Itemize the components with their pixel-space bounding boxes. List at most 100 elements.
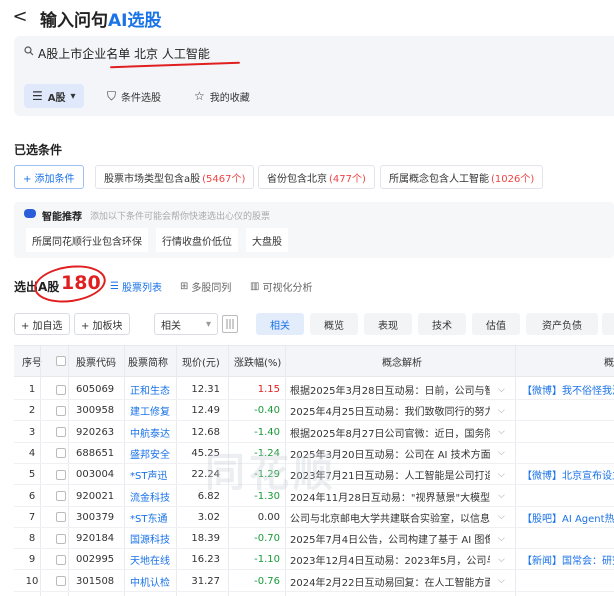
checkbox[interactable]: [56, 448, 66, 459]
condition-select-button[interactable]: ⛉ 条件选股: [99, 84, 169, 108]
news-link[interactable]: 【新闻】国常会：研究: [522, 549, 614, 570]
stock-name-link[interactable]: 流金科技: [130, 486, 170, 507]
news-link[interactable]: 【股吧】AI Agent热点: [522, 507, 614, 528]
news-link[interactable]: [522, 571, 614, 592]
table-row[interactable]: 9 002995 天地在线 16.23 -1.10 2023年12月4日互动易：2023年…: [14, 549, 614, 571]
expand-chevron-icon[interactable]: ⌵: [498, 400, 505, 421]
table-row[interactable]: 8 920184 国源科技 18.39 -0.70 2025年7月4日公告，公司构建了基于…: [14, 528, 614, 550]
stock-name-link[interactable]: *ST东通: [130, 507, 167, 528]
expand-chevron-icon[interactable]: ⌵: [498, 464, 505, 485]
expand-chevron-icon[interactable]: ⌵: [498, 507, 505, 528]
table-row[interactable]: 6 920021 流金科技 6.82 -1.30 2024年11月28日互动易："视界慧景…: [14, 486, 614, 507]
search-query[interactable]: A股上市企业名单 北京 人工智能: [38, 45, 210, 62]
checkbox[interactable]: [56, 491, 66, 501]
search-icon: [24, 45, 34, 59]
table-row[interactable]: 3 920263 中航泰达 12.68 -1.40 根据2025年8月27日公司官微：近日…: [14, 422, 614, 443]
row-checkbox[interactable]: [56, 443, 66, 464]
checkbox[interactable]: [56, 427, 66, 438]
back-arrow-icon[interactable]: <: [10, 6, 30, 27]
view-tab-visual[interactable]: ▥ 可视化分析: [250, 279, 312, 294]
add-watchlist-button[interactable]: + 加自选: [14, 313, 70, 335]
stock-name-link[interactable]: 国源科技: [130, 528, 170, 549]
expand-chevron-icon[interactable]: ⌵: [498, 443, 505, 464]
expand-chevron-icon[interactable]: ⌵: [498, 486, 505, 507]
condition-chip-province[interactable]: 省份包含北京 (477个): [258, 165, 375, 189]
news-link[interactable]: 【微博】北京宣布设立: [522, 464, 614, 485]
checkbox[interactable]: [56, 469, 66, 480]
condition-chip-market[interactable]: 股票市场类型包含a股 (5467个): [95, 165, 255, 189]
category-tab-related[interactable]: 相关: [256, 313, 304, 335]
checkbox[interactable]: [56, 405, 66, 416]
add-condition-button[interactable]: + 添加条件: [14, 165, 84, 189]
checkbox[interactable]: [56, 356, 66, 366]
checkbox[interactable]: [56, 384, 66, 395]
category-tab-more[interactable]: [602, 313, 614, 335]
market-select-button[interactable]: ☰ A股 ▾: [24, 84, 84, 108]
category-tab-overview[interactable]: 概览: [310, 313, 358, 335]
row-checkbox[interactable]: [56, 571, 66, 592]
news-link[interactable]: [522, 443, 614, 464]
stock-change: 0.00: [257, 511, 280, 523]
checkbox[interactable]: [56, 576, 66, 587]
search-box[interactable]: A股上市企业名单 北京 人工智能 ☰ A股 ▾ ⛉ 条件选股 ☆ 我的收藏: [14, 36, 614, 116]
header-change[interactable]: 涨跌幅(%): [234, 346, 281, 376]
row-checkbox[interactable]: [56, 422, 66, 443]
expand-chevron-icon[interactable]: ⌵: [498, 528, 505, 549]
news-link[interactable]: [522, 400, 614, 421]
header-name[interactable]: 股票简称: [128, 346, 168, 376]
table-row[interactable]: 2 300958 建工修复 12.49 -0.40 2025年4月25日互动易：我们致敬同…: [14, 400, 614, 422]
stock-change: -1.40: [254, 426, 280, 438]
news-link[interactable]: [522, 528, 614, 549]
row-checkbox[interactable]: [56, 400, 66, 421]
header-code[interactable]: 股票代码: [76, 346, 116, 376]
column-settings-icon[interactable]: [222, 315, 238, 333]
category-tab-valuation[interactable]: 估值: [472, 313, 520, 335]
row-checkbox[interactable]: [56, 507, 66, 528]
news-link[interactable]: [522, 422, 614, 443]
table-row[interactable]: 1 605069 正和生态 12.31 1.15 根据2025年3月28日互动易：日前，公…: [14, 379, 614, 400]
category-tab-technical[interactable]: 技术: [418, 313, 466, 335]
row-checkbox[interactable]: [56, 379, 66, 400]
recommend-chip-industry[interactable]: 所属同花顺行业包含环保: [26, 228, 148, 252]
table-row[interactable]: 4 688651 盛邦安全 45.25 -1.24 2025年3月20日互动易：公司在 A…: [14, 443, 614, 464]
stock-code: 605069: [76, 384, 115, 395]
stock-name-link[interactable]: 正和生态: [130, 379, 170, 400]
view-tab-stock-list[interactable]: ☰ 股票列表: [110, 279, 162, 294]
table-row[interactable]: 7 300379 *ST东通 3.02 0.00 公司与北京邮电大学共建联合实验室，以信息…: [14, 507, 614, 528]
stock-name-link[interactable]: *ST声迅: [130, 464, 167, 485]
expand-chevron-icon[interactable]: ⌵: [498, 379, 505, 400]
row-checkbox[interactable]: [56, 549, 66, 570]
checkbox[interactable]: [56, 512, 66, 523]
news-link[interactable]: 【微博】我不俗怪我混: [522, 379, 614, 400]
stock-name-link[interactable]: 盛邦安全: [130, 443, 170, 464]
category-tab-performance[interactable]: 表现: [364, 313, 412, 335]
row-checkbox[interactable]: [56, 528, 66, 549]
header-select-all[interactable]: [56, 346, 66, 376]
view-tab-multi[interactable]: ⊞ 多股同列: [180, 279, 231, 294]
stock-name-link[interactable]: 中航泰达: [130, 422, 170, 443]
header-concept[interactable]: 概念解析: [382, 346, 422, 376]
stock-name-link[interactable]: 中机认检: [130, 571, 170, 592]
checkbox[interactable]: [56, 533, 66, 544]
news-link[interactable]: [522, 486, 614, 507]
row-checkbox[interactable]: [56, 464, 66, 485]
header-price[interactable]: 现价(元): [182, 346, 220, 376]
favorites-button[interactable]: ☆ 我的收藏: [186, 84, 258, 108]
recommend-chip-price[interactable]: 行情收盘价低位: [156, 228, 238, 252]
table-row[interactable]: 5 003004 *ST声迅 22.24 -1.29 2023年7月21日互动易：人工智能…: [14, 464, 614, 486]
checkbox[interactable]: [56, 554, 66, 565]
expand-chevron-icon[interactable]: ⌵: [498, 422, 505, 443]
category-tab-balance-sheet[interactable]: 资产负债: [526, 313, 598, 335]
expand-chevron-icon[interactable]: ⌵: [498, 571, 505, 592]
sort-select[interactable]: 相关 ▾: [154, 313, 218, 335]
stock-code: 002995: [76, 554, 115, 566]
expand-chevron-icon[interactable]: ⌵: [498, 549, 505, 570]
stock-name-link[interactable]: 天地在线: [130, 549, 170, 570]
condition-chip-concept[interactable]: 所属概念包含人工智能 (1026个): [380, 165, 544, 189]
table-row[interactable]: 10 301508 中机认检 31.27 -0.76 2024年2月22日互动易回复：在人…: [14, 571, 614, 592]
row-checkbox[interactable]: [56, 486, 66, 507]
recommend-chip-large-cap[interactable]: 大盘股: [246, 228, 288, 252]
stock-name-link[interactable]: 建工修复: [130, 400, 170, 421]
add-block-button[interactable]: + 加板块: [74, 313, 130, 335]
header-news[interactable]: 概: [604, 346, 614, 376]
